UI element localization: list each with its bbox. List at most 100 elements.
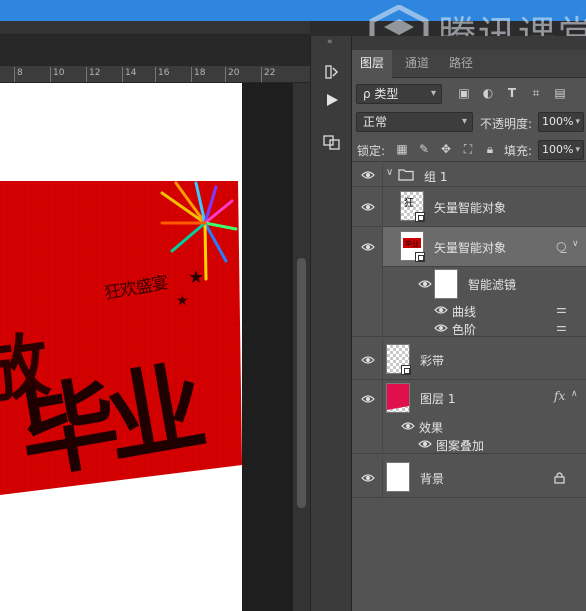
visibility-eye-icon[interactable] bbox=[361, 242, 375, 252]
lock-position-move-icon[interactable]: ✥ bbox=[438, 141, 454, 157]
scrollbar-thumb[interactable] bbox=[297, 258, 306, 508]
layer-row-pattern-overlay[interactable]: 图案叠加 bbox=[352, 435, 586, 454]
layer-thumbnail bbox=[386, 462, 410, 492]
ruler-tick: 8 bbox=[14, 67, 23, 82]
row-divider bbox=[382, 187, 383, 226]
row-divider bbox=[382, 319, 383, 336]
canvas-area[interactable]: 8 10 12 14 16 18 20 22 ★ ★ 狂欢盛宴 放 毕业 bbox=[0, 21, 310, 611]
layer-thumbnail bbox=[386, 383, 410, 413]
filter-row: ρ 类型 ▾ ▣ ◐ T ⌗ ▤ bbox=[352, 82, 586, 106]
visibility-eye-icon[interactable] bbox=[434, 323, 448, 333]
svg-text:★: ★ bbox=[188, 267, 204, 288]
horizontal-ruler[interactable]: 8 10 12 14 16 18 20 22 bbox=[0, 66, 310, 83]
layer-row-smart-object[interactable]: 狂 矢量智能对象 bbox=[352, 187, 586, 227]
blend-mode-value: 正常 bbox=[363, 115, 388, 129]
layer-name: 组 1 bbox=[424, 170, 448, 184]
layers-list: ∨ 组 1 狂 矢量智能对象 毕业 矢量智能对象 ○̲ ∨ 智能滤镜 曲线 ⚌ … bbox=[352, 163, 586, 611]
row-divider bbox=[382, 227, 383, 267]
visibility-eye-icon[interactable] bbox=[361, 473, 375, 483]
chevron-down-icon[interactable]: ∨ bbox=[572, 239, 579, 249]
layer-thumbnail: 毕业 bbox=[400, 231, 425, 262]
lock-artboard-icon[interactable]: ⛶ bbox=[460, 141, 476, 157]
visibility-eye-icon[interactable] bbox=[361, 202, 375, 212]
chevron-up-icon[interactable]: ∧ bbox=[571, 389, 578, 399]
svg-text:★: ★ bbox=[176, 293, 189, 309]
layer-name: 矢量智能对象 bbox=[434, 201, 507, 215]
lock-row: 锁定: ▦ ✎ ✥ ⛶ 🔒︎ 填充: 100% ▾ bbox=[352, 138, 586, 162]
fill-label: 填充: bbox=[504, 144, 533, 158]
ruler-tick: 16 bbox=[154, 67, 170, 82]
smart-object-badge-icon bbox=[415, 212, 425, 222]
visibility-eye-icon[interactable] bbox=[361, 170, 375, 180]
visibility-eye-icon[interactable] bbox=[418, 439, 432, 449]
pixel-filter-icon[interactable]: ▣ bbox=[456, 85, 472, 101]
layer-name: 效果 bbox=[419, 421, 444, 435]
fx-badge[interactable]: fx bbox=[554, 389, 565, 403]
row-divider bbox=[382, 435, 383, 453]
artboard[interactable]: ★ ★ 狂欢盛宴 放 毕业 bbox=[0, 83, 242, 611]
panel-header-strip bbox=[352, 36, 586, 50]
smart-filter-badge-icon[interactable]: ○̲ bbox=[556, 239, 566, 253]
layer-row-layer1[interactable]: 图层 1 fx ∧ bbox=[352, 380, 586, 417]
history-button[interactable] bbox=[321, 62, 343, 82]
visibility-eye-icon[interactable] bbox=[401, 421, 415, 431]
tab-paths[interactable]: 路径 bbox=[441, 50, 481, 78]
filter-mask-thumbnail[interactable] bbox=[434, 269, 458, 299]
row-divider bbox=[382, 417, 383, 435]
layer-thumbnail bbox=[386, 344, 411, 375]
visibility-eye-icon[interactable] bbox=[418, 279, 432, 289]
lock-pixels-brush-icon[interactable]: ✎ bbox=[416, 141, 432, 157]
layer-row-group[interactable]: ∨ 组 1 bbox=[352, 163, 586, 187]
layer-name: 曲线 bbox=[452, 305, 477, 319]
opacity-label: 不透明度: bbox=[480, 117, 533, 131]
collapse-arrows-icon[interactable]: « bbox=[327, 37, 333, 47]
shape-filter-icon[interactable]: ⌗ bbox=[528, 85, 544, 101]
photoshop-window: 8 10 12 14 16 18 20 22 ★ ★ 狂欢盛宴 放 毕业 腾讯课… bbox=[0, 0, 586, 611]
layer-filter-value: ρ 类型 bbox=[363, 87, 399, 101]
vertical-scrollbar[interactable] bbox=[293, 83, 310, 611]
layer-name: 背景 bbox=[420, 472, 445, 486]
document-canvas[interactable]: ★ ★ 狂欢盛宴 放 毕业 bbox=[0, 83, 293, 611]
layer-row-smart-filters[interactable]: 智能滤镜 bbox=[352, 267, 586, 301]
layer-row-effects[interactable]: 效果 bbox=[352, 417, 586, 435]
smart-object-badge-icon bbox=[401, 365, 411, 375]
tab-channels[interactable]: 通道 bbox=[397, 50, 437, 78]
adjustment-filter-icon[interactable]: ◐ bbox=[480, 85, 496, 101]
lock-label: 锁定: bbox=[357, 144, 386, 158]
layer-name: 智能滤镜 bbox=[468, 278, 517, 292]
ruler-tick: 18 bbox=[190, 67, 206, 82]
history-icon bbox=[325, 65, 339, 79]
lock-transparent-icon[interactable]: ▦ bbox=[394, 141, 410, 157]
play-icon bbox=[327, 94, 338, 106]
layer-row-filter-levels[interactable]: 色阶 ⚌ bbox=[352, 319, 586, 337]
opacity-value: 100% bbox=[542, 115, 574, 128]
smart-object-filter-icon[interactable]: ▤ bbox=[552, 85, 568, 101]
visibility-eye-icon[interactable] bbox=[434, 305, 448, 315]
layer-filter-select[interactable]: ρ 类型 ▾ bbox=[356, 84, 442, 104]
blending-options-icon[interactable]: ⚌ bbox=[556, 320, 567, 334]
properties-button[interactable] bbox=[321, 132, 343, 152]
blending-options-icon[interactable]: ⚌ bbox=[556, 302, 567, 316]
smart-object-badge-icon bbox=[415, 252, 425, 262]
artwork-headline: 毕业 bbox=[10, 350, 205, 495]
lock-all-icon[interactable]: 🔒︎ bbox=[482, 141, 498, 157]
visibility-eye-icon[interactable] bbox=[361, 394, 375, 404]
layer-row-background[interactable]: 背景 bbox=[352, 458, 586, 498]
opacity-input[interactable]: 100% ▾ bbox=[538, 112, 584, 132]
tab-layers[interactable]: 图层 bbox=[352, 50, 393, 78]
lock-icon bbox=[554, 472, 565, 484]
layer-row-smart-object-selected[interactable]: 毕业 矢量智能对象 ○̲ ∨ bbox=[382, 227, 586, 267]
chevron-down-icon[interactable]: ∨ bbox=[386, 167, 393, 178]
fill-input[interactable]: 100% ▾ bbox=[538, 140, 584, 160]
type-filter-icon[interactable]: T bbox=[504, 85, 520, 101]
blend-mode-select[interactable]: 正常 ▾ bbox=[356, 112, 473, 132]
visibility-eye-icon[interactable] bbox=[361, 355, 375, 365]
row-divider bbox=[382, 340, 383, 379]
layer-name: 色阶 bbox=[452, 323, 477, 337]
layer-row-ribbon[interactable]: 彩带 bbox=[352, 340, 586, 380]
layer-row-filter-curves[interactable]: 曲线 ⚌ bbox=[352, 301, 586, 319]
panel-icon-strip: « bbox=[310, 36, 352, 611]
chevron-down-icon: ▾ bbox=[575, 145, 580, 155]
actions-play-button[interactable] bbox=[321, 90, 343, 110]
blend-row: 正常 ▾ 不透明度: 100% ▾ bbox=[352, 110, 586, 134]
